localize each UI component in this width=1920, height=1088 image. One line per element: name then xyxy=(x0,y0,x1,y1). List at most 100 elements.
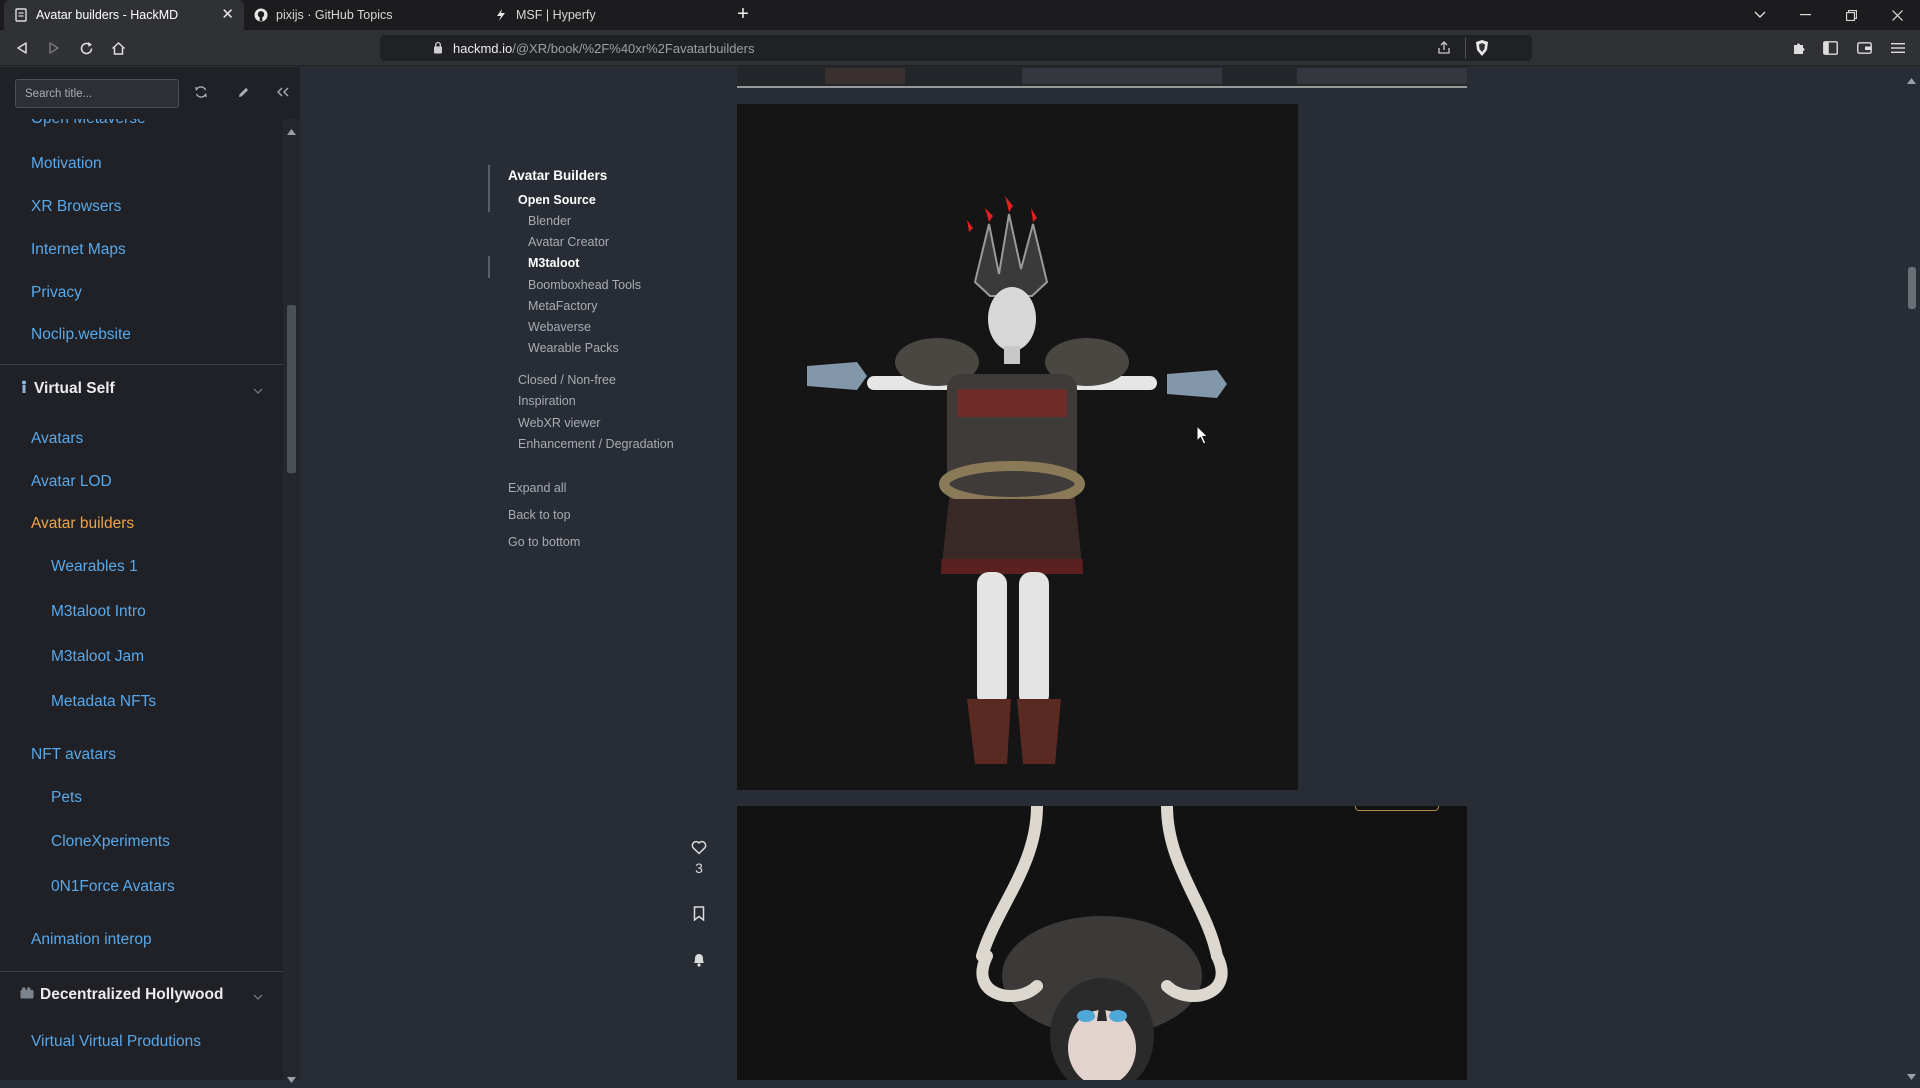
collapse-sidebar-icon[interactable] xyxy=(273,82,293,102)
sidebar-item-avatar-builders[interactable]: Avatar builders xyxy=(0,506,283,542)
sidebar-item-pets[interactable]: Pets xyxy=(0,780,283,816)
mouse-cursor-icon xyxy=(1196,424,1209,450)
image-fragment xyxy=(1022,68,1222,84)
sidebar-scroll-thumb[interactable] xyxy=(287,305,296,473)
toc-item-boomboxhead-tools[interactable]: Boomboxhead Tools xyxy=(528,278,641,292)
close-window-button[interactable] xyxy=(1874,0,1920,30)
chevron-down-icon[interactable] xyxy=(253,987,263,1005)
sidebar-item-m3taloot-jam[interactable]: M3taloot Jam xyxy=(0,639,283,675)
image-fragment xyxy=(1297,68,1467,84)
sidebar-item-0n1force-avatars[interactable]: 0N1Force Avatars xyxy=(0,869,283,905)
horned-avatar-image xyxy=(737,806,1467,1080)
wallet-icon[interactable] xyxy=(1853,37,1875,59)
sidebar-item-avatars[interactable]: Avatars xyxy=(0,421,283,457)
search-title-input[interactable] xyxy=(15,79,179,108)
notification-button[interactable] xyxy=(684,952,714,970)
tab-title: pixijs · GitHub Topics xyxy=(276,8,393,22)
menu-icon[interactable] xyxy=(1887,37,1909,59)
toc-item-enhancement-degradation[interactable]: Enhancement / Degradation xyxy=(518,437,674,451)
like-button[interactable]: 3 xyxy=(684,840,714,876)
toc-item-webxr-viewer[interactable]: WebXR viewer xyxy=(518,416,600,430)
person-icon xyxy=(20,380,28,399)
address-bar[interactable]: hackmd.io/@XR/book/%2F%40xr%2Favatarbuil… xyxy=(380,35,1532,61)
sidebar-item-metadata-nfts[interactable]: Metadata NFTs xyxy=(0,684,283,720)
tab-hyperfy[interactable]: MSF | Hyperfy xyxy=(484,0,724,30)
toc-item-wearable-packs[interactable]: Wearable Packs xyxy=(528,341,619,355)
tab-list-chevron-icon[interactable] xyxy=(1737,0,1783,30)
close-tab-icon[interactable]: ✕ xyxy=(221,7,234,23)
lock-icon xyxy=(433,41,443,59)
sidebar-item-m3taloot-intro[interactable]: M3taloot Intro xyxy=(0,594,283,630)
browser-toolbar: hackmd.io/@XR/book/%2F%40xr%2Favatarbuil… xyxy=(0,30,1920,66)
sidebar-scrollbar[interactable] xyxy=(283,119,300,1083)
extensions-icon[interactable] xyxy=(1787,37,1809,59)
bookmark-icon xyxy=(693,906,705,924)
reload-icon[interactable] xyxy=(75,37,97,59)
toc-indicator xyxy=(488,165,490,212)
url-text: hackmd.io/@XR/book/%2F%40xr%2Favatarbuil… xyxy=(453,41,755,56)
new-tab-button[interactable]: + xyxy=(732,4,754,26)
minimize-button[interactable] xyxy=(1782,0,1828,30)
toc-item-metafactory[interactable]: MetaFactory xyxy=(528,299,597,313)
scroll-up-arrow-icon[interactable] xyxy=(1907,71,1916,89)
sidebar-item-wearables-1[interactable]: Wearables 1 xyxy=(0,549,283,585)
sidebar-item-internet-maps[interactable]: Internet Maps xyxy=(0,232,283,268)
back-to-top-link[interactable]: Back to top xyxy=(508,508,571,522)
toc-indicator xyxy=(488,256,490,278)
toc-item-blender[interactable]: Blender xyxy=(528,214,571,228)
sidebar-item-open-metaverse[interactable]: Open Metaverse xyxy=(0,119,283,137)
brave-shield-icon[interactable] xyxy=(1474,39,1490,62)
sidebar-item-virtual-virtual-produtions[interactable]: Virtual Virtual Produtions xyxy=(0,1024,283,1060)
tab-avatar-builders[interactable]: Avatar builders - HackMD ✕ xyxy=(4,0,244,30)
section-decentralized-hollywood[interactable]: Decentralized Hollywood xyxy=(0,973,283,1017)
sidebar-item-clonexperiments[interactable]: CloneXperiments xyxy=(0,824,283,860)
scroll-down-arrow-icon[interactable] xyxy=(1907,1067,1916,1085)
toc-item-m3taloot[interactable]: M3taloot xyxy=(528,256,579,270)
image-badge xyxy=(1355,806,1439,811)
bookmark-button[interactable] xyxy=(684,906,714,924)
sidebar-item-privacy[interactable]: Privacy xyxy=(0,275,283,311)
github-icon xyxy=(254,8,268,22)
like-count: 3 xyxy=(695,860,703,876)
restore-button[interactable] xyxy=(1828,0,1874,30)
scroll-up-arrow-icon[interactable] xyxy=(287,122,296,140)
avatar-render-image xyxy=(737,104,1298,790)
sidebar-item-motivation[interactable]: Motivation xyxy=(0,146,283,182)
sidebar-item-animation-interop[interactable]: Animation interop xyxy=(0,922,283,958)
share-icon[interactable] xyxy=(1436,40,1452,61)
film-icon xyxy=(20,986,34,1004)
forward-icon[interactable] xyxy=(43,37,65,59)
page-scroll-thumb[interactable] xyxy=(1908,267,1916,309)
sidebar-header xyxy=(0,67,300,119)
tab-pixijs[interactable]: pixijs · GitHub Topics xyxy=(244,0,484,30)
sidebar-item-xr-browsers[interactable]: XR Browsers xyxy=(0,189,283,225)
sidebar-item-avatar-lod[interactable]: Avatar LOD xyxy=(0,464,283,500)
chevron-down-icon[interactable] xyxy=(253,381,263,399)
toc-item-webaverse[interactable]: Webaverse xyxy=(528,320,591,334)
refresh-icon[interactable] xyxy=(191,82,211,102)
sidebar-nav-list: Open Metaverse Motivation XR Browsers In… xyxy=(0,119,283,1080)
toc-item-inspiration[interactable]: Inspiration xyxy=(518,394,576,408)
scroll-down-arrow-icon[interactable] xyxy=(287,1070,296,1088)
bell-icon xyxy=(692,952,706,970)
image-strip-top xyxy=(737,66,1467,88)
image-rule xyxy=(737,86,1467,88)
toc-item-open-source[interactable]: Open Source xyxy=(518,193,596,207)
sidebar-toggle-icon[interactable] xyxy=(1819,37,1841,59)
toc-item-avatar-builders[interactable]: Avatar Builders xyxy=(508,168,607,183)
hackmd-favicon-icon xyxy=(14,8,28,22)
pencil-icon[interactable] xyxy=(233,82,253,102)
toc-item-closed-non-free[interactable]: Closed / Non-free xyxy=(518,373,616,387)
sidebar-item-noclip[interactable]: Noclip.website xyxy=(0,317,283,353)
go-to-bottom-link[interactable]: Go to bottom xyxy=(508,535,580,549)
lightning-icon xyxy=(494,8,508,22)
sidebar-item-nft-avatars[interactable]: NFT avatars xyxy=(0,737,283,773)
section-virtual-self[interactable]: Virtual Self xyxy=(0,367,283,411)
image-fragment xyxy=(825,68,905,84)
home-icon[interactable] xyxy=(107,37,129,59)
back-icon[interactable] xyxy=(11,37,33,59)
page-scrollbar[interactable] xyxy=(1903,67,1920,1080)
expand-all-link[interactable]: Expand all xyxy=(508,481,566,495)
toc-item-avatar-creator[interactable]: Avatar Creator xyxy=(528,235,609,249)
tab-title: MSF | Hyperfy xyxy=(516,8,596,22)
